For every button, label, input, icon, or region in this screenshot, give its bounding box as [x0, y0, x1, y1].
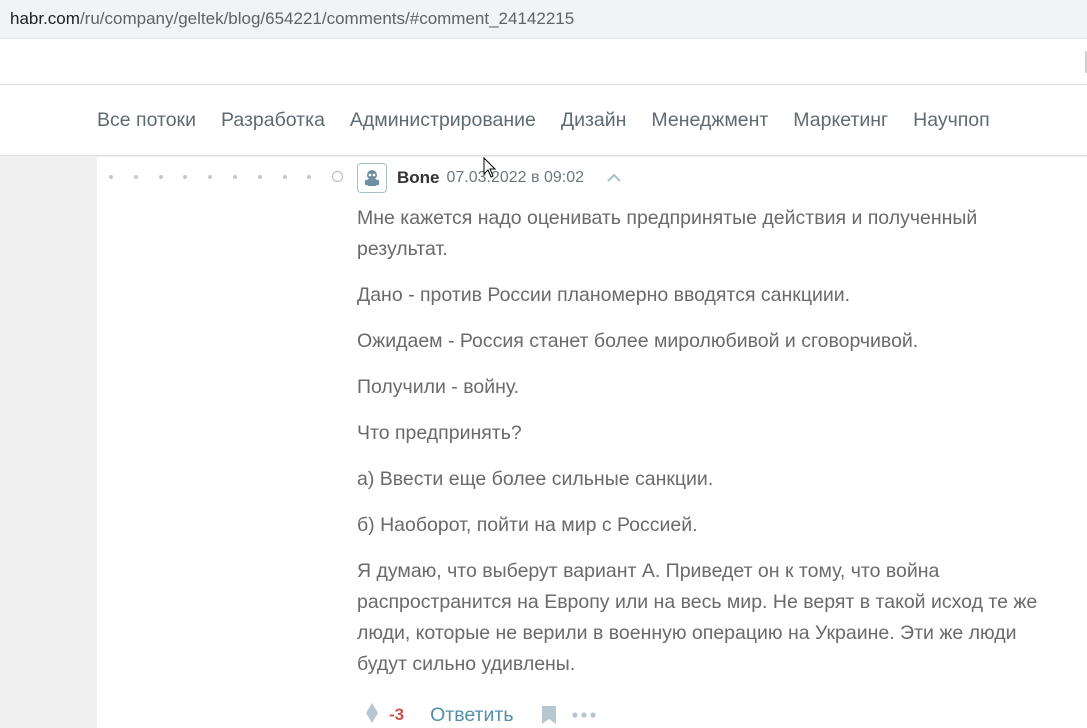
- flows-nav: Все потоки Разработка Администрирование …: [0, 85, 1087, 156]
- comment-paragraph: Что предпринять?: [357, 422, 522, 444]
- depth-dot: [109, 174, 113, 179]
- depth-dot: [133, 174, 138, 179]
- comment-author[interactable]: Bone: [397, 168, 440, 188]
- chevron-up-icon[interactable]: [606, 173, 622, 183]
- depth-dot: [183, 174, 188, 179]
- url-path: /ru/company/geltek/blog/654221/comments/…: [79, 9, 575, 28]
- address-bar[interactable]: habr.com/ru/company/geltek/blog/654221/c…: [0, 0, 1087, 39]
- nav-item-all-flows[interactable]: Все потоки: [97, 109, 196, 132]
- nav-item-design[interactable]: Дизайн: [561, 109, 627, 132]
- bookmark-icon[interactable]: [541, 705, 557, 725]
- nav-item-administration[interactable]: Администрирование: [350, 109, 536, 132]
- comment-date[interactable]: 07.03.2022 в 09:02: [447, 169, 585, 187]
- depth-dot: [282, 174, 287, 179]
- mouse-cursor-icon: [483, 156, 497, 184]
- robot-avatar-icon[interactable]: [357, 163, 387, 193]
- nav-item-marketing[interactable]: Маркетинг: [793, 109, 888, 132]
- comment-paragraph: Дано - против России планомерно вводятся…: [357, 284, 851, 306]
- comment-paragraph: б) Наоборот, пойти на мир с Россией.: [357, 514, 698, 536]
- comment-paragraph: Ожидаем - Россия станет более миролюбиво…: [357, 330, 919, 352]
- depth-dot: [232, 174, 237, 179]
- thread-depth-indicator[interactable]: [109, 171, 344, 182]
- comment-paragraph: а) Ввести еще более сильные санкции.: [357, 468, 714, 490]
- comment-paragraph: Мне кажется надо оценивать предпринятые …: [357, 207, 978, 260]
- current-depth-ring: [332, 171, 344, 182]
- comment-thread: Bone 07.03.2022 в 09:02 Мне кажется надо…: [97, 157, 1087, 728]
- comment-body: Мне кажется надо оценивать предпринятые …: [357, 203, 1057, 695]
- url-domain: habr.com: [10, 9, 80, 28]
- more-dots-icon[interactable]: [571, 711, 597, 719]
- depth-dot: [257, 174, 262, 179]
- depth-dot: [158, 174, 163, 179]
- comment-score: -3: [389, 705, 405, 724]
- comment-actions: -3 Ответить: [365, 702, 597, 728]
- comment-paragraph: Я думаю, что выберут вариант А. Приведет…: [357, 560, 1038, 675]
- vote-diamond-icon[interactable]: [365, 702, 379, 728]
- nav-item-management[interactable]: Менеджмент: [651, 109, 768, 132]
- depth-dot: [208, 174, 213, 179]
- nav-item-popsci[interactable]: Научпоп: [913, 109, 990, 132]
- comment-paragraph: Получили - войну.: [357, 376, 520, 398]
- site-header-band: [0, 39, 1087, 85]
- nav-item-development[interactable]: Разработка: [221, 109, 325, 132]
- reply-button[interactable]: Ответить: [430, 704, 513, 727]
- depth-dot: [307, 174, 312, 179]
